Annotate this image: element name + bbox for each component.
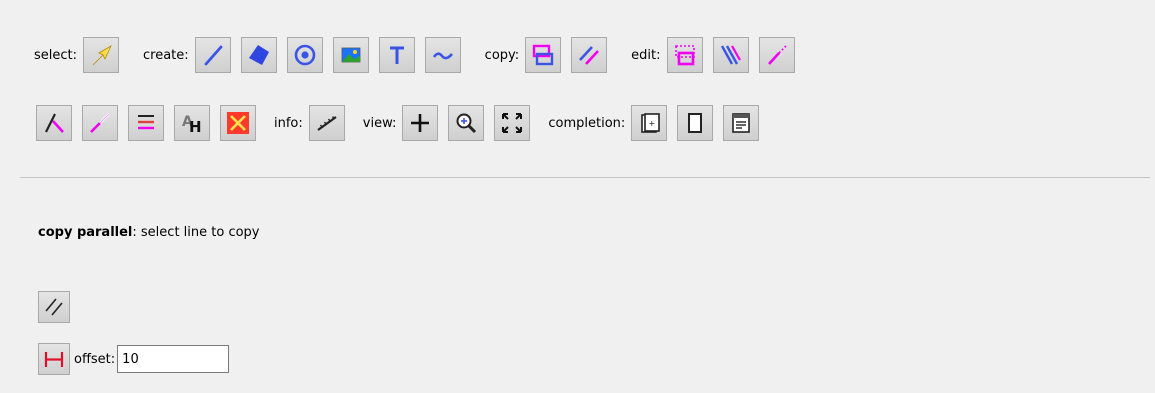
toolbar-label-select: select:: [34, 47, 78, 63]
delete-button[interactable]: [220, 105, 256, 141]
select-arrow-icon: [92, 45, 112, 66]
toolbar-label-view: view:: [362, 115, 397, 131]
measure-button[interactable]: [308, 105, 345, 141]
image-button[interactable]: [332, 37, 369, 73]
page-button[interactable]: [677, 105, 714, 141]
pan-button[interactable]: [402, 105, 439, 141]
properties-icon: [732, 113, 751, 133]
trim-line-icon: [90, 113, 110, 133]
image-icon: [341, 47, 361, 63]
zoom-icon: [456, 113, 477, 134]
properties-button[interactable]: [723, 105, 760, 141]
toolbar-label-copy: copy:: [484, 47, 520, 63]
offset-label: offset:: [74, 351, 116, 367]
hatch-icon: [720, 45, 741, 65]
line-attributes-icon: [138, 115, 154, 130]
svg-text:+: +: [649, 119, 656, 128]
copy-objects-icon: [532, 44, 554, 66]
copy-parallel-button[interactable]: [571, 37, 608, 73]
line-attributes-button[interactable]: [128, 105, 164, 141]
toolbar-row-2: A H info: view: completion: +: [36, 102, 769, 144]
line-icon: [204, 45, 223, 66]
extend-line-icon: [767, 45, 787, 65]
circle-button[interactable]: [286, 37, 323, 73]
extend-line-button[interactable]: [758, 37, 795, 73]
text-attributes-icon: AH: [182, 114, 202, 135]
angle-button[interactable]: [36, 105, 72, 141]
parallel-lines-icon: [45, 298, 63, 316]
text-attributes-button[interactable]: AH: [174, 105, 210, 141]
new-sheet-button[interactable]: +: [631, 105, 668, 141]
command-name: copy parallel: [38, 225, 133, 240]
line-button[interactable]: [194, 37, 231, 73]
edit-box-icon: [674, 45, 695, 66]
trim-line-button[interactable]: [82, 105, 118, 141]
spline-button[interactable]: [424, 37, 461, 73]
toolbar-label-info: info:: [274, 115, 303, 131]
toolbar-label-completion: completion:: [548, 115, 626, 131]
angle-icon: [45, 113, 64, 133]
option-row-parallel: [38, 291, 70, 323]
page-icon: [688, 113, 703, 133]
delete-icon: [227, 112, 249, 134]
toolbar-label-edit: edit:: [631, 47, 661, 63]
circle-icon: [294, 44, 315, 66]
pan-icon: [411, 114, 430, 132]
select-arrow-button[interactable]: [83, 37, 120, 73]
svg-text:H: H: [189, 118, 202, 135]
new-sheet-icon: +: [641, 113, 661, 133]
zoom-button[interactable]: [448, 105, 485, 141]
prompt-text: select line to copy: [136, 225, 260, 240]
offset-distance-icon: [44, 352, 64, 367]
offset-input[interactable]: [117, 345, 230, 373]
edit-box-button[interactable]: [666, 37, 703, 73]
parallel-mode-button[interactable]: [38, 291, 70, 323]
spline-icon: [432, 52, 453, 60]
polygon-button[interactable]: [240, 37, 277, 73]
status-line: copy parallel: select line to copy: [38, 225, 260, 240]
fit-view-button[interactable]: [494, 105, 531, 141]
toolbar-label-create: create:: [143, 47, 189, 63]
separator: [20, 177, 1150, 178]
offset-mode-button[interactable]: [38, 343, 70, 375]
measure-icon: [317, 116, 337, 131]
toolbar-row-1: select: create: copy: edit:: [34, 34, 805, 76]
text-button[interactable]: [378, 37, 415, 73]
option-row-offset: offset:: [38, 343, 230, 375]
copy-parallel-icon: [579, 46, 600, 65]
copy-objects-button[interactable]: [525, 37, 562, 73]
fit-view-icon: [502, 113, 523, 133]
text-icon: [389, 46, 404, 64]
hatch-button[interactable]: [712, 37, 749, 73]
polygon-icon: [248, 45, 269, 65]
